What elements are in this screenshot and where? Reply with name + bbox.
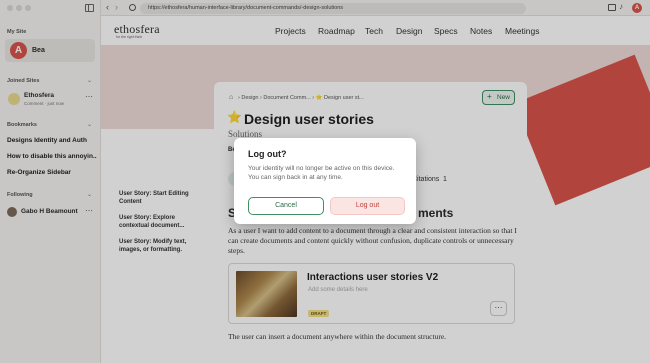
logout-button-label: Log out bbox=[355, 202, 380, 209]
cancel-button-label: Cancel bbox=[275, 202, 297, 209]
logout-dialog: Log out? Your identity will no longer be… bbox=[234, 138, 416, 224]
dialog-message: Your identity will no longer be active o… bbox=[248, 165, 395, 181]
cancel-button[interactable]: Cancel bbox=[248, 197, 324, 215]
dialog-title: Log out? bbox=[248, 149, 287, 159]
logout-button[interactable]: Log out bbox=[330, 197, 405, 215]
